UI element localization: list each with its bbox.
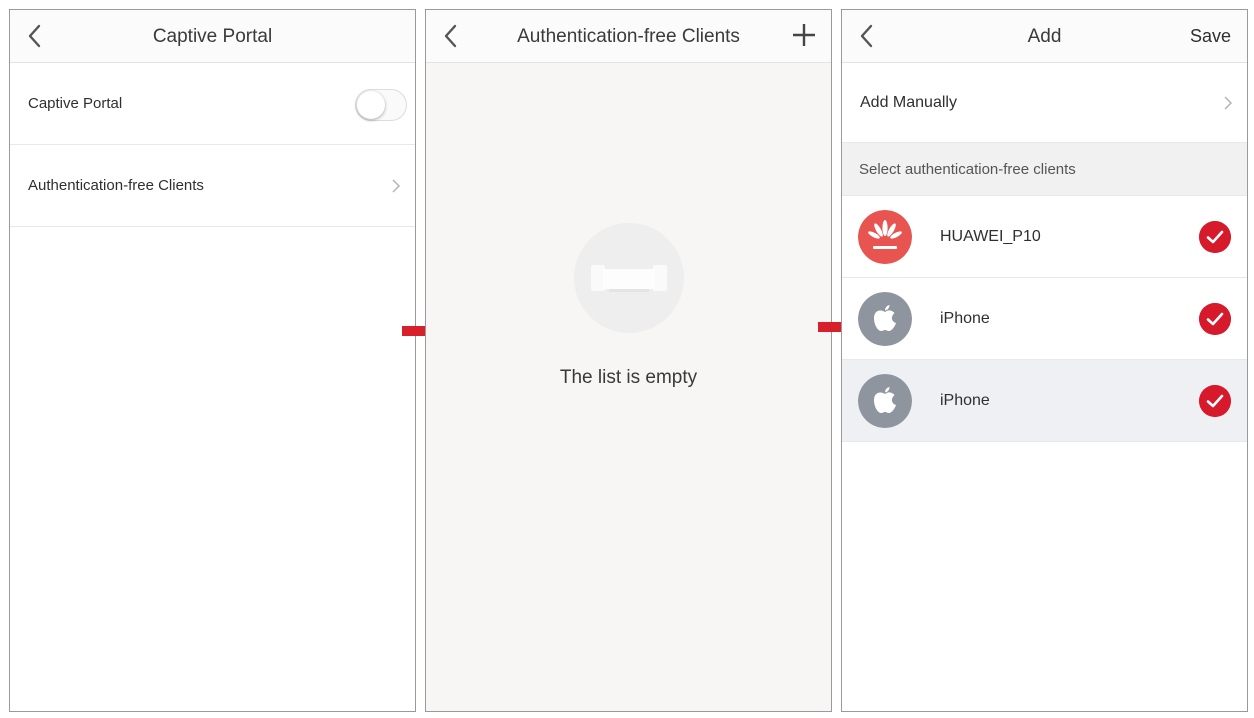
client-row[interactable]: HUAWEI_P10: [842, 196, 1247, 278]
client-row[interactable]: iPhone: [842, 360, 1247, 442]
add-manually-label: Add Manually: [860, 94, 957, 111]
empty-list-message: The list is empty: [559, 367, 698, 388]
page-title: Captive Portal: [152, 26, 273, 47]
client-name: HUAWEI_P10: [940, 228, 1041, 245]
client-name: iPhone: [940, 392, 990, 409]
checkmark-icon[interactable]: [1199, 385, 1231, 417]
back-arrow-icon[interactable]: [22, 22, 48, 50]
navbar: Captive Portal: [10, 10, 415, 63]
empty-list-illustration: [573, 223, 684, 333]
save-button[interactable]: Save: [1190, 10, 1231, 62]
toggle-knob: [357, 91, 385, 119]
add-manually-row[interactable]: Add Manually: [842, 63, 1247, 143]
checkmark-icon[interactable]: [1199, 221, 1231, 253]
apple-logo-icon: [858, 374, 912, 428]
chevron-right-icon: [392, 179, 401, 193]
captive-portal-row: Captive Portal: [10, 63, 415, 145]
page-title: Authentication-free Clients: [517, 26, 740, 47]
checkmark-icon[interactable]: [1199, 303, 1231, 335]
chevron-right-icon: [1224, 96, 1233, 110]
auth-free-clients-label: Authentication-free Clients: [28, 177, 204, 194]
client-name: iPhone: [940, 310, 990, 327]
add-plus-icon[interactable]: [791, 22, 817, 48]
empty-state: The list is empty: [426, 223, 831, 389]
page-title: Add: [1027, 26, 1062, 47]
apple-logo-icon: [858, 292, 912, 346]
auth-free-clients-screen: Authentication-free Clients The list is …: [425, 9, 832, 712]
back-arrow-icon[interactable]: [854, 22, 880, 50]
navbar: Authentication-free Clients: [426, 10, 831, 63]
empty-box-icon: [590, 265, 667, 292]
add-client-screen: Add Save Add Manually Select authenticat…: [841, 9, 1248, 712]
section-header: Select authentication-free clients: [842, 143, 1247, 196]
client-row[interactable]: iPhone: [842, 278, 1247, 360]
auth-free-clients-row[interactable]: Authentication-free Clients: [10, 145, 415, 227]
captive-portal-label: Captive Portal: [28, 95, 123, 112]
captive-portal-toggle[interactable]: [355, 89, 407, 121]
huawei-logo-icon: [858, 210, 912, 264]
captive-portal-screen: Captive Portal Captive Portal Authentica…: [9, 9, 416, 712]
back-arrow-icon[interactable]: [438, 22, 464, 50]
navbar: Add Save: [842, 10, 1247, 63]
